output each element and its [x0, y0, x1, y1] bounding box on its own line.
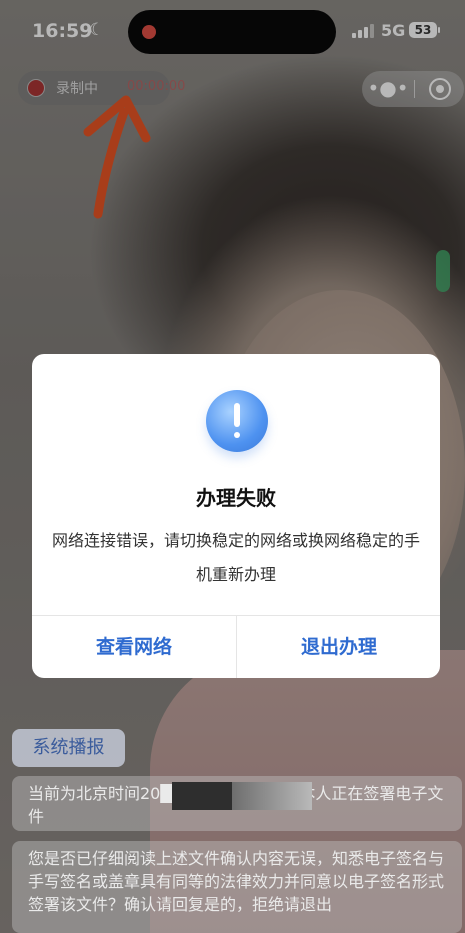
broadcast-tag: 系统播报	[12, 729, 125, 767]
privacy-mask-light	[232, 782, 312, 810]
broadcast-message-2: 您是否已仔细阅读上述文件确认内容无误，知悉电子签名与手写签名或盖章具有同等的法律…	[12, 841, 462, 933]
error-dialog: 办理失败 网络连接错误，请切换稳定的网络或换网络稳定的手机重新办理 查看网络 退…	[32, 354, 440, 678]
alert-icon	[206, 390, 268, 452]
privacy-mask-dark	[172, 782, 232, 810]
check-network-button[interactable]: 查看网络	[32, 616, 236, 678]
dialog-message: 网络连接错误，请切换稳定的网络或换网络稳定的手机重新办理	[52, 531, 421, 584]
exit-process-button[interactable]: 退出办理	[237, 616, 440, 678]
dialog-title: 办理失败	[196, 486, 276, 510]
